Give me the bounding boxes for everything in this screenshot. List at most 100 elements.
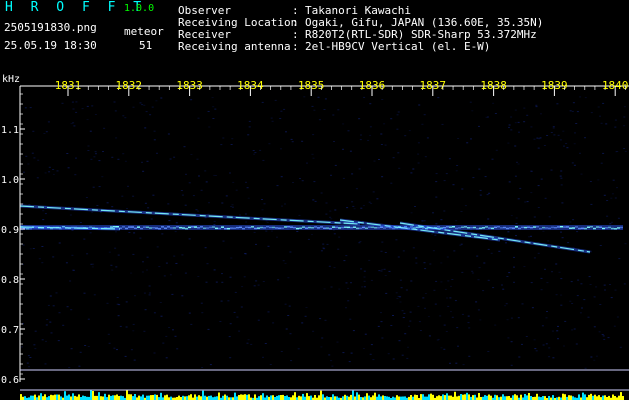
noise-pixel: [148, 294, 151, 296]
noise-pixel: [181, 295, 184, 297]
noise-pixel: [167, 133, 170, 135]
noise-pixel: [262, 281, 265, 282]
activity-bar: [446, 393, 448, 400]
noise-pixel: [169, 158, 172, 160]
noise-pixel: [436, 339, 439, 341]
noise-pixel: [605, 123, 608, 125]
noise-pixel: [45, 324, 48, 326]
baseline-pixel: [341, 226, 344, 229]
noise-pixel: [435, 223, 438, 225]
y-tick-label: 0.8: [1, 275, 19, 286]
noise-pixel: [611, 193, 614, 195]
noise-pixel: [284, 303, 287, 305]
noise-pixel: [560, 304, 563, 306]
noise-pixel: [248, 126, 251, 128]
baseline-pixel: [347, 226, 350, 229]
activity-bar: [426, 396, 428, 400]
noise-pixel: [318, 119, 321, 121]
activity-bar: [218, 392, 220, 400]
noise-pixel: [535, 106, 538, 108]
noise-pixel: [264, 343, 267, 344]
noise-pixel: [461, 188, 464, 190]
noise-pixel: [446, 256, 449, 258]
activity-bar: [364, 396, 366, 400]
noise-pixel: [492, 102, 495, 104]
noise-pixel: [613, 325, 616, 327]
noise-pixel: [287, 277, 290, 279]
baseline-pixel: [611, 227, 614, 230]
noise-pixel: [231, 204, 234, 206]
noise-pixel: [403, 317, 405, 318]
noise-pixel: [165, 357, 168, 359]
noise-pixel: [241, 286, 244, 288]
noise-pixel: [69, 280, 72, 282]
noise-pixel: [198, 175, 200, 177]
noise-pixel: [530, 126, 533, 128]
noise-pixel: [548, 347, 551, 349]
noise-pixel: [336, 341, 339, 343]
noise-pixel: [571, 303, 574, 304]
activity-bar: [618, 395, 620, 400]
noise-pixel: [188, 182, 191, 184]
meteor-count: 51: [139, 39, 153, 52]
noise-pixel: [124, 160, 127, 162]
baseline-pixel: [122, 226, 125, 228]
noise-pixel: [352, 330, 355, 332]
activity-bar: [620, 392, 622, 400]
activity-bar: [276, 395, 278, 400]
noise-pixel: [62, 324, 65, 326]
noise-pixel: [406, 357, 409, 359]
noise-pixel: [461, 271, 464, 273]
noise-pixel: [93, 294, 96, 296]
noise-pixel: [333, 267, 336, 269]
noise-pixel: [29, 107, 32, 109]
noise-pixel: [363, 276, 366, 278]
noise-pixel: [146, 269, 148, 271]
noise-pixel: [560, 278, 563, 280]
baseline-pixel: [530, 226, 533, 229]
activity-bar: [594, 394, 596, 400]
noise-pixel: [79, 222, 82, 223]
noise-pixel: [548, 216, 551, 218]
noise-pixel: [610, 297, 613, 299]
activity-bar: [30, 395, 32, 400]
activity-bar: [114, 395, 116, 400]
noise-pixel: [296, 231, 299, 232]
noise-pixel: [612, 179, 615, 181]
noise-pixel: [521, 343, 523, 345]
noise-pixel: [414, 206, 416, 207]
noise-pixel: [491, 158, 494, 160]
noise-pixel: [338, 288, 341, 290]
noise-pixel: [361, 286, 364, 288]
baseline-pixel: [500, 227, 503, 229]
noise-pixel: [459, 244, 462, 246]
noise-pixel: [297, 348, 300, 350]
activity-bar: [58, 394, 60, 400]
activity-bar: [140, 396, 142, 400]
noise-pixel: [70, 348, 73, 350]
activity-bar: [414, 394, 416, 400]
noise-pixel: [402, 250, 405, 252]
noise-pixel: [571, 162, 574, 164]
noise-pixel: [328, 265, 331, 267]
activity-bar: [182, 395, 184, 400]
noise-pixel: [279, 118, 282, 119]
noise-pixel: [163, 275, 166, 277]
noise-pixel: [283, 108, 286, 110]
activity-bar: [298, 395, 300, 400]
noise-pixel: [107, 333, 110, 335]
activity-bar: [484, 395, 486, 400]
noise-pixel: [52, 173, 55, 175]
activity-bar: [502, 394, 504, 400]
activity-bar: [98, 392, 100, 400]
activity-bar: [194, 394, 196, 400]
noise-pixel: [538, 138, 541, 140]
noise-pixel: [381, 176, 384, 178]
noise-pixel: [190, 99, 193, 101]
noise-pixel: [363, 286, 366, 288]
noise-pixel: [200, 189, 203, 191]
noise-pixel: [388, 270, 391, 272]
noise-pixel: [607, 337, 610, 339]
noise-pixel: [329, 216, 332, 218]
noise-pixel: [240, 306, 243, 308]
